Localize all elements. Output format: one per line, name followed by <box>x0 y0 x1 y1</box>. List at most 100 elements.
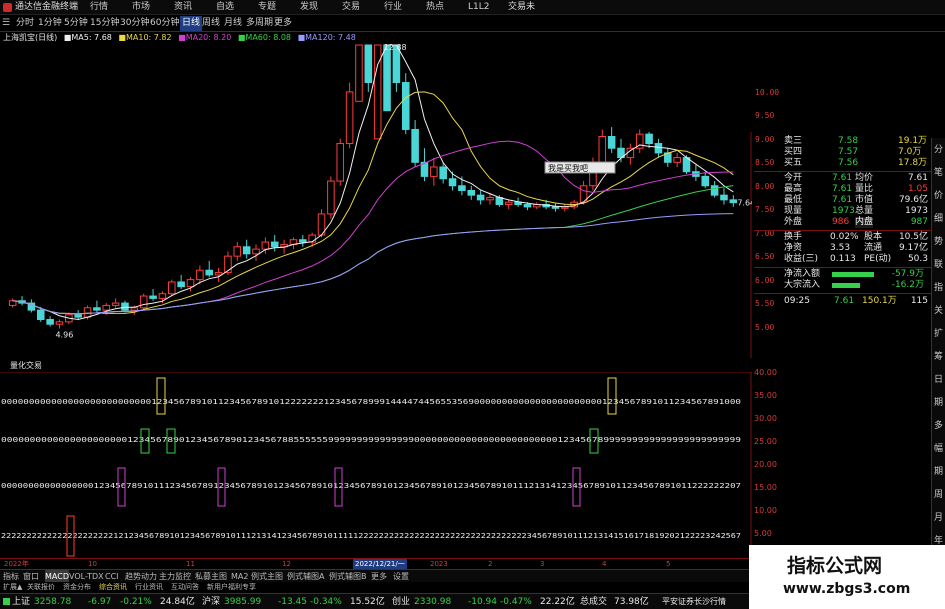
sidebar-item-13[interactable]: 幅 <box>932 443 945 456</box>
module-item-5[interactable]: 互动问答 <box>171 582 199 593</box>
app-title: 通达信金融终端 <box>15 2 79 12</box>
index-hs-name[interactable]: 沪深 <box>202 595 220 609</box>
divider <box>754 293 932 294</box>
sidebar-item-4[interactable]: 势 <box>932 236 945 249</box>
index-hs-amount: 15.52亿 <box>350 597 385 607</box>
period-tab-3[interactable]: 15分钟 <box>90 16 119 31</box>
menu-item-0[interactable]: 行情 <box>90 0 108 15</box>
sidebar-item-6[interactable]: 指 <box>932 282 945 295</box>
ma-label-3: ■MA60: 8.08 <box>237 33 294 42</box>
period-tab-2[interactable]: 5分钟 <box>64 16 88 31</box>
candle-body <box>504 201 513 206</box>
sidebar-item-1[interactable]: 笔 <box>932 167 945 180</box>
sidebar-item-0[interactable]: 分 <box>932 144 945 157</box>
tick-vol: 150.1万 <box>862 296 897 306</box>
candle-body <box>74 314 82 318</box>
index-cy-pct: -0.47% <box>500 597 532 607</box>
stat2-row-0: 换手 0.02% 股本 10.5亿 <box>754 232 932 243</box>
index-sh-name[interactable]: 上证 <box>12 595 30 609</box>
period-tab-4[interactable]: 30分钟 <box>120 16 149 31</box>
menu-item-4[interactable]: 专题 <box>258 0 276 15</box>
candle-body <box>130 307 139 311</box>
signal-row-1: 0000000000000000000000000001234567891011… <box>1 398 741 406</box>
sidebar-item-14[interactable]: 期 <box>932 466 945 479</box>
stat-label: 最低 <box>784 195 803 205</box>
candle-body <box>46 319 54 325</box>
menu-item-1[interactable]: 市场 <box>132 0 150 15</box>
stat2-value: 0.113 <box>830 254 856 264</box>
candle-body <box>710 185 719 196</box>
stat-value: 1973 <box>832 206 855 216</box>
sidebar-item-8[interactable]: 扩 <box>932 328 945 341</box>
stat2-value2: 9.17亿 <box>898 243 928 253</box>
period-tab-1[interactable]: 1分钟 <box>38 16 62 31</box>
sidebar-item-15[interactable]: 周 <box>932 489 945 502</box>
candle-body <box>233 246 242 257</box>
index-sh-amount: 24.84亿 <box>160 597 195 607</box>
toolbar-icon[interactable]: ☰ <box>2 16 10 31</box>
module-item-3[interactable]: 综合资讯 <box>99 582 127 593</box>
candle-body <box>523 204 532 208</box>
candle-body <box>729 199 738 204</box>
menu-item-3[interactable]: 自选 <box>216 0 234 15</box>
sidebar-item-12[interactable]: 多 <box>932 420 945 433</box>
menu-item-9[interactable]: L1L2 <box>468 0 489 15</box>
index-cy-value: 2330.98 <box>414 597 452 607</box>
candle-body <box>551 206 560 209</box>
period-tab-6[interactable]: 日线 <box>180 16 203 31</box>
stat-row-3: 现量 1973 总量 1973 <box>754 206 932 217</box>
sidebar-item-2[interactable]: 价 <box>932 190 945 203</box>
trade-link[interactable]: 交易未 <box>508 0 535 15</box>
period-tab-9[interactable]: 多周期 <box>246 16 273 31</box>
index-cy-name[interactable]: 创业 <box>392 595 410 609</box>
index-sh-change: -6.97 <box>88 597 112 607</box>
menu-item-7[interactable]: 行业 <box>384 0 402 15</box>
ma-label-0: ■MA5: 7.68 <box>63 33 115 42</box>
stat2-label2: 流通 <box>864 243 883 253</box>
flow-row-1: 大宗流入 -16.2万 <box>754 280 932 291</box>
module-item-6[interactable]: 新用户福利专享 <box>207 582 256 593</box>
stock-name: 上海凯宝(日线) <box>3 33 58 42</box>
index-hs-value: 3985.99 <box>224 597 262 607</box>
stat-label: 最高 <box>784 184 803 194</box>
module-item-4[interactable]: 行业资讯 <box>135 582 163 593</box>
period-tab-0[interactable]: 分时 <box>16 16 34 31</box>
period-tab-10[interactable]: 更多 <box>274 16 292 31</box>
sidebar-item-10[interactable]: 日 <box>932 374 945 387</box>
sidebar-item-3[interactable]: 细 <box>932 213 945 226</box>
period-tab-8[interactable]: 月线 <box>224 16 242 31</box>
sidebar-item-9[interactable]: 筹 <box>932 351 945 364</box>
candle-body <box>36 309 45 321</box>
stat2-value: 0.02% <box>830 232 859 242</box>
module-item-1[interactable]: 关联报价 <box>27 582 55 593</box>
quote-vol: 17.8万 <box>898 158 928 168</box>
menu-item-2[interactable]: 资讯 <box>174 0 192 15</box>
candle-body <box>168 281 176 295</box>
sidebar-item-5[interactable]: 联 <box>932 259 945 272</box>
candle-body <box>430 166 438 177</box>
candle-body <box>121 302 129 311</box>
candle-body <box>83 307 92 318</box>
candle-body <box>327 180 335 215</box>
menu-item-8[interactable]: 热点 <box>426 0 444 15</box>
menu-item-6[interactable]: 交易 <box>342 0 360 15</box>
quote-vol: 19.1万 <box>898 136 928 146</box>
period-tab-7[interactable]: 周线 <box>202 16 220 31</box>
quant-indicator-panel[interactable]: 0000000000000000000000000001234567891011… <box>0 372 752 558</box>
sidebar-item-11[interactable]: 期 <box>932 397 945 410</box>
date-label-8: 4 <box>602 560 607 568</box>
module-item-2[interactable]: 资金分布 <box>63 582 91 593</box>
kline-chart[interactable]: 12.88 4.96 7.64 我是买我吧 <box>0 32 752 358</box>
stat2-label2: 股本 <box>864 232 883 242</box>
period-tab-5[interactable]: 60分钟 <box>150 16 179 31</box>
broker-name: 平安证券长沙行情 <box>662 597 726 606</box>
stat2-label2: PE(动) <box>864 254 892 264</box>
signal-row-4: 2222222222222222222222121234567891012345… <box>1 532 741 540</box>
sidebar-item-7[interactable]: 关 <box>932 305 945 318</box>
index-sh-value: 3258.78 <box>34 597 72 607</box>
menu-item-5[interactable]: 发现 <box>300 0 318 15</box>
module-item-0[interactable]: 扩展▲ <box>3 582 22 593</box>
quote-vol: 7.0万 <box>898 147 922 157</box>
sidebar-item-16[interactable]: 月 <box>932 512 945 525</box>
low-annotation: 4.96 <box>55 330 73 339</box>
